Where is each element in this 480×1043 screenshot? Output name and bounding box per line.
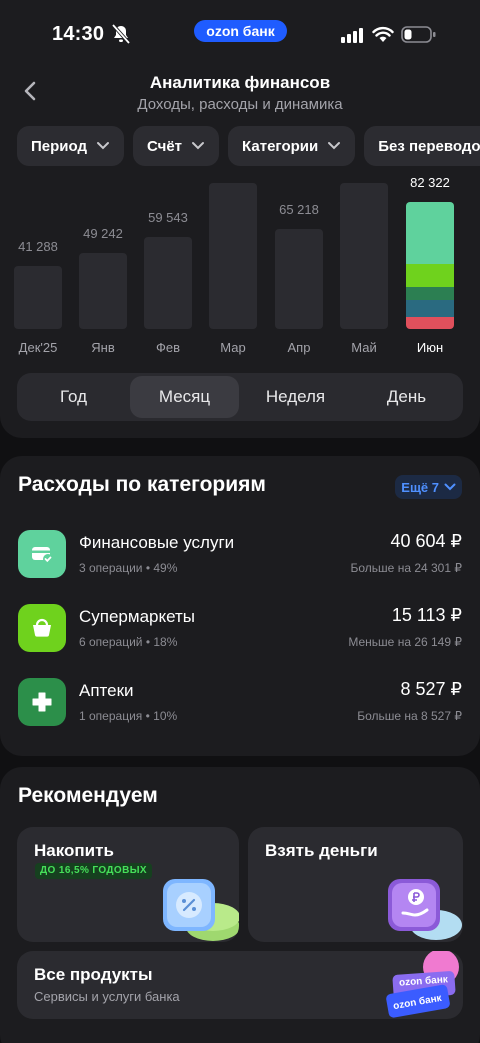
filter-categories-chip[interactable]: Категории [228, 126, 356, 166]
filter-account-chip[interactable]: Счёт [133, 126, 220, 166]
loan-ruble-icon [388, 879, 462, 940]
savings-percent-icon [163, 879, 239, 941]
chart-value-label-0: 41 288 [18, 239, 58, 254]
chart-bar-0[interactable] [14, 266, 62, 329]
chart-value-label-1: 49 242 [83, 226, 123, 241]
category-row-financial-services[interactable]: Финансовые услуги 3 операции • 49% 40 60… [18, 530, 462, 578]
filter-period-label: Период [31, 137, 87, 155]
chevron-down-icon [328, 142, 341, 150]
rec-tile-borrow[interactable]: Взять деньги [248, 827, 463, 942]
chart-category-label-4: Апр [287, 340, 311, 355]
chart-value-label-6: 82 322 [410, 175, 450, 190]
filter-chips: Период Счёт Категории Без переводов [17, 126, 480, 166]
chart-bar-segment-4 [406, 317, 454, 329]
category-row-pharmacies[interactable]: Аптеки 1 операция • 10% 8 527 ₽ Больше н… [18, 678, 462, 726]
rec-tile-save[interactable]: Накопить [17, 827, 239, 942]
rec-tile-title: Взять деньги [265, 841, 378, 860]
medical-cross-icon [32, 692, 52, 712]
filter-no-transfers-label: Без переводов [378, 137, 480, 155]
rec-tile-title: Все продукты [34, 965, 153, 984]
recommendations-title: Рекомендуем [18, 784, 158, 807]
page-title: Аналитика финансов [149, 73, 331, 92]
chart-bar-1[interactable] [79, 253, 127, 329]
filter-account-label: Счёт [147, 137, 183, 155]
rate-badge: ДО 16,5% ГОДОВЫХ [35, 863, 152, 879]
status-time: 14:30 [52, 23, 105, 45]
more-categories-label: Ещё 7 [401, 479, 439, 495]
category-meta: 3 операции • 49% [79, 561, 178, 575]
chart-category-label-0: Дек'25 [18, 340, 58, 355]
category-icon-bg [18, 678, 66, 726]
chart-category-label-1: Янв [91, 340, 115, 355]
chart-value-label-4: 65 218 [279, 202, 319, 217]
chevron-down-icon [444, 483, 456, 491]
category-amount: 40 604 ₽ [390, 531, 462, 551]
monthly-spending-chart: 41 288 Дек'25 49 242 Янв 59 543 Фев Мар 65 218 А… [0, 175, 480, 360]
shopping-basket-icon [33, 618, 51, 637]
chart-bar-segment-3 [406, 300, 454, 317]
rec-tile-title: Накопить [34, 841, 114, 860]
filter-period-chip[interactable]: Период [17, 126, 124, 166]
period-selector: Год Месяц Неделя День [17, 373, 463, 421]
category-row-supermarkets[interactable]: Супермаркеты 6 операций • 18% 15 113 ₽ М… [18, 604, 462, 652]
chart-bar-segment-0 [406, 202, 454, 264]
battery-icon [401, 26, 436, 43]
period-tab-2[interactable]: Неделя [241, 376, 350, 418]
category-icon-bg [18, 530, 66, 578]
chart-bar-5[interactable] [340, 183, 388, 329]
chart-bar-2[interactable] [144, 237, 192, 329]
category-name: Аптеки [79, 681, 134, 700]
chart-bar-6[interactable] [406, 202, 454, 329]
chart-bar-segment-2 [406, 287, 454, 300]
card-check-icon [32, 547, 53, 564]
category-difference: Меньше на 26 149 ₽ [348, 635, 462, 649]
period-tab-1[interactable]: Месяц [130, 376, 239, 418]
category-name: Супермаркеты [79, 607, 196, 626]
category-meta: 1 операция • 10% [79, 709, 178, 723]
filter-no-transfers-chip[interactable]: Без переводов [364, 126, 480, 166]
category-difference: Больше на 24 301 ₽ [350, 561, 462, 575]
bank-indicator-pill: ozon банк [194, 20, 287, 42]
period-tab-0[interactable]: Год [19, 376, 128, 418]
bell-muted-icon [112, 24, 130, 44]
chart-value-label-2: 59 543 [148, 210, 188, 225]
category-amount: 8 527 ₽ [400, 679, 463, 699]
period-tab-3[interactable]: День [352, 376, 461, 418]
rec-tile-subtitle: Сервисы и услуги банка [34, 989, 180, 1004]
rec-tile-all-products[interactable]: Все продукты Сервисы и услуги банка ozon… [17, 951, 463, 1019]
more-categories-button[interactable]: Ещё 7 [395, 475, 462, 499]
filter-categories-label: Категории [242, 137, 319, 155]
chart-category-label-2: Фев [155, 340, 181, 355]
chart-category-label-5: Май [351, 340, 377, 355]
chart-category-label-3: Мар [220, 340, 246, 355]
category-icon-bg [18, 604, 66, 652]
wifi-icon [372, 26, 394, 42]
chart-bar-3[interactable] [209, 183, 257, 329]
category-name: Финансовые услуги [79, 533, 235, 552]
category-amount: 15 113 ₽ [391, 605, 462, 625]
chart-category-label-6: Июн [416, 340, 444, 355]
chevron-down-icon [97, 142, 109, 150]
category-meta: 6 операций • 18% [79, 635, 178, 649]
category-difference: Больше на 8 527 ₽ [357, 709, 462, 723]
chevron-down-icon [192, 142, 205, 150]
signal-icon [341, 28, 363, 43]
chart-bar-4[interactable] [275, 229, 323, 329]
categories-title: Расходы по категориям [18, 473, 266, 496]
status-bar: 14:30 ozon банк [0, 0, 480, 68]
chart-bar-segment-1 [406, 264, 454, 287]
page-subtitle: Доходы, расходы и динамика [137, 96, 343, 113]
